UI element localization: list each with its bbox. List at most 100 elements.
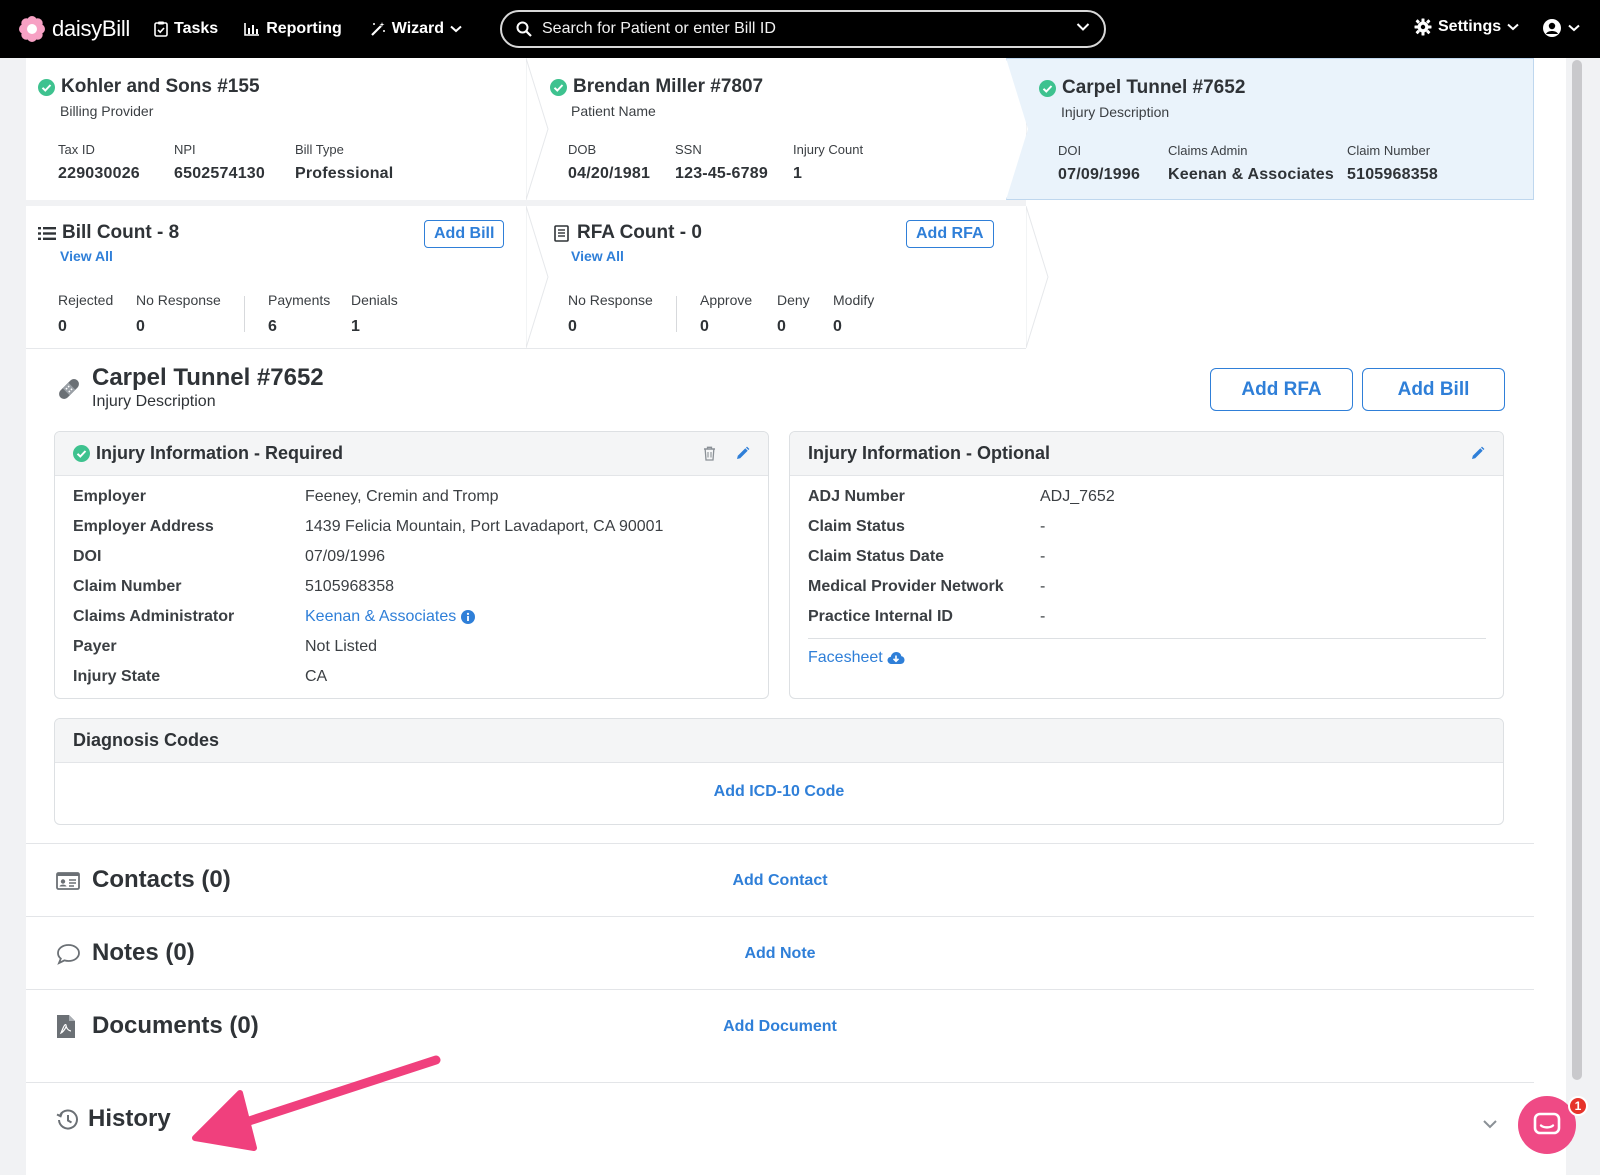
- gear-icon: [1414, 18, 1432, 36]
- row-key: Claim Status Date: [808, 548, 945, 565]
- field-label: Claims Admin: [1168, 143, 1248, 158]
- injury-optional-header: Injury Information - Optional: [790, 432, 1503, 476]
- stat-label: Deny: [777, 292, 810, 308]
- documents-section: Documents (0) Add Document: [26, 989, 1534, 1082]
- add-icd10-code-link[interactable]: Add ICD-10 Code: [55, 783, 1503, 801]
- field-tax-id: Tax ID 229030026: [58, 142, 140, 183]
- stat-label: Rejected: [58, 292, 114, 308]
- injury-crumb-subtitle: Injury Description: [1061, 104, 1170, 120]
- history-title: History: [88, 1105, 171, 1132]
- trash-icon[interactable]: [703, 446, 716, 461]
- bar-chart-icon: [244, 23, 260, 36]
- pencil-icon[interactable]: [735, 446, 750, 461]
- field-label: Bill Type: [295, 142, 344, 157]
- clipboard-check-icon: [154, 21, 168, 37]
- patient-subtitle: Patient Name: [571, 103, 656, 119]
- field-value: 6502574130: [174, 165, 265, 182]
- field-label: SSN: [675, 142, 702, 157]
- add-rfa-small-button[interactable]: Add RFA: [906, 220, 994, 248]
- claims-administrator-link[interactable]: Keenan & Associates: [305, 608, 476, 626]
- injury-required-panel: Injury Information - Required Employer Fe…: [54, 431, 769, 699]
- chevron-down-icon: [450, 25, 462, 33]
- document-list-icon: [554, 224, 569, 242]
- row-key: DOI: [73, 548, 102, 565]
- field-claims-admin: Claims Admin Keenan & Associates: [1168, 143, 1334, 184]
- chevron-down-icon: [1507, 23, 1519, 31]
- nav-tasks-label: Tasks: [174, 20, 219, 37]
- chevron-down-icon[interactable]: [1482, 1119, 1498, 1129]
- stat-value: 0: [58, 318, 67, 335]
- stat-deny: Deny 0: [777, 292, 810, 336]
- logo-text: daisyBill: [52, 16, 130, 41]
- provider-subtitle: Billing Provider: [60, 103, 154, 119]
- history-clock-icon: [56, 1109, 78, 1130]
- breadcrumb-separator: [1026, 206, 1049, 348]
- user-avatar-icon: [1543, 19, 1561, 37]
- add-note-link[interactable]: Add Note: [26, 945, 1534, 963]
- field-value: 1: [793, 165, 803, 182]
- breadcrumb-patient[interactable]: Brendan Miller #7807 Patient Name DOB 04/…: [550, 58, 1026, 200]
- field-value: 04/20/1981: [568, 165, 651, 182]
- nav-reporting[interactable]: Reporting: [244, 20, 342, 38]
- patient-search-input[interactable]: Search for Patient or enter Bill ID: [500, 10, 1106, 48]
- row-key: Medical Provider Network: [808, 578, 1004, 595]
- search-placeholder: Search for Patient or enter Bill ID: [542, 20, 776, 37]
- nav-tasks[interactable]: Tasks: [154, 20, 218, 38]
- rfa-view-all-link[interactable]: View All: [571, 248, 624, 264]
- field-value: 229030026: [58, 165, 140, 182]
- stat-label: No Response: [136, 292, 221, 308]
- row-key: Claim Status: [808, 518, 905, 535]
- facesheet-label: Facesheet: [808, 649, 883, 666]
- field-claim-number: Claim Number 5105968358: [1347, 143, 1438, 184]
- history-section[interactable]: History: [26, 1082, 1534, 1175]
- chevron-down-icon[interactable]: [1076, 22, 1090, 32]
- settings-menu[interactable]: Settings: [1414, 18, 1519, 36]
- field-label: Tax ID: [58, 142, 95, 157]
- injury-subtitle: Injury Description: [92, 393, 216, 410]
- breadcrumb-billing-provider[interactable]: Kohler and Sons #155 Billing Provider Ta…: [26, 58, 526, 200]
- field-bill-type: Bill Type Professional: [295, 142, 393, 183]
- injury-optional-panel: Injury Information - Optional ADJ Number…: [789, 431, 1504, 699]
- row-value: 1439 Felicia Mountain, Port Lavadaport, …: [305, 518, 664, 535]
- facesheet-link[interactable]: Facesheet: [808, 649, 905, 667]
- add-bill-button[interactable]: Add Bill: [1362, 368, 1505, 411]
- row-value: -: [1040, 608, 1046, 625]
- info-icon[interactable]: [461, 610, 476, 624]
- rfa-count-title: RFA Count - 0: [577, 222, 702, 243]
- injury-required-title: Injury Information - Required: [96, 443, 344, 463]
- add-contact-link[interactable]: Add Contact: [26, 872, 1534, 890]
- field-doi: DOI 07/09/1996: [1058, 143, 1140, 184]
- bill-count-heading: Bill Count - 8: [38, 222, 179, 244]
- breadcrumb-separator: [526, 58, 549, 200]
- check-circle-icon: [38, 78, 55, 96]
- main-content: Kohler and Sons #155 Billing Provider Ta…: [26, 58, 1566, 1175]
- add-document-link[interactable]: Add Document: [26, 1018, 1534, 1036]
- scrollbar-thumb[interactable]: [1572, 60, 1582, 1080]
- row-key: Practice Internal ID: [808, 608, 953, 625]
- user-menu[interactable]: [1542, 18, 1580, 38]
- row-value: -: [1040, 578, 1046, 595]
- row-key: Injury State: [73, 668, 161, 685]
- row-value: -: [1040, 548, 1046, 565]
- row-key: Claim Number: [73, 578, 182, 595]
- field-value: Professional: [295, 165, 394, 182]
- field-label: NPI: [174, 142, 196, 157]
- field-value: 07/09/1996: [1058, 166, 1141, 183]
- add-bill-small-button[interactable]: Add Bill: [424, 220, 505, 248]
- logo[interactable]: daisyBill: [18, 15, 130, 43]
- pencil-icon[interactable]: [1470, 446, 1485, 461]
- field-injury-count: Injury Count 1: [793, 142, 863, 183]
- field-value: 5105968358: [1347, 166, 1438, 183]
- breadcrumb-injury[interactable]: Carpel Tunnel #7652 Injury Description D…: [1006, 58, 1534, 200]
- bill-view-all-link[interactable]: View All: [60, 248, 113, 264]
- row-value: 5105968358: [305, 578, 394, 595]
- row-value: Not Listed: [305, 638, 378, 655]
- stat-label: Modify: [833, 292, 875, 308]
- injury-heading: Carpel Tunnel #7652: [1039, 77, 1245, 99]
- stat-modify: Modify 0: [833, 292, 874, 336]
- add-rfa-button[interactable]: Add RFA: [1210, 368, 1353, 411]
- nav-wizard[interactable]: Wizard: [370, 20, 468, 38]
- stat-value: 0: [136, 318, 145, 335]
- rfa-count-card: RFA Count - 0 View All Add RFA No Respon…: [550, 206, 1026, 348]
- field-value: Keenan & Associates: [1168, 166, 1334, 183]
